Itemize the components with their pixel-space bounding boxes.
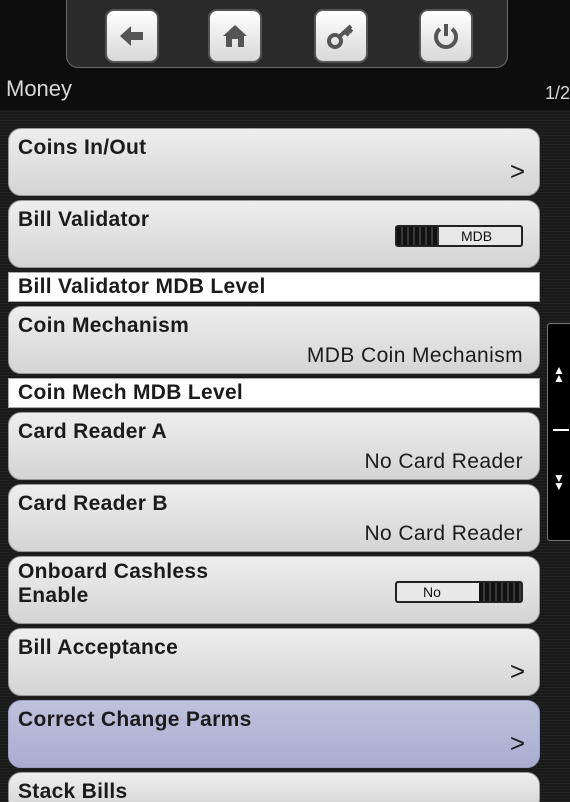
card-reader-a-item[interactable]: Card Reader A No Card Reader (8, 412, 540, 480)
item-label: Bill Validator (18, 208, 150, 231)
chevron-right-icon: > (509, 156, 525, 186)
toggle-knob (397, 227, 439, 245)
scrollbar[interactable]: ▲ ▲ ▼ ▼ (547, 323, 570, 541)
coins-in-out-item[interactable]: Coins In/Out > (8, 128, 540, 196)
scroll-down-icon[interactable]: ▼ ▼ (548, 472, 570, 504)
toggle-value: No (423, 584, 441, 600)
item-label: Card Reader A (18, 420, 168, 443)
key-icon (327, 24, 354, 49)
item-label: Coin Mechanism (18, 314, 190, 337)
home-button[interactable] (208, 9, 262, 63)
card-reader-b-item[interactable]: Card Reader B No Card Reader (8, 484, 540, 552)
item-label: Card Reader B (18, 492, 168, 515)
home-icon (223, 25, 247, 47)
page-indicator: 1/2 (544, 83, 570, 103)
correct-change-parms-item[interactable]: Correct Change Parms > (8, 700, 540, 768)
scroll-up-icon[interactable]: ▲ ▲ (548, 364, 570, 396)
item-label: Stack Bills (18, 780, 128, 802)
bill-acceptance-item[interactable]: Bill Acceptance > (8, 628, 540, 696)
item-value: No Card Reader (364, 522, 523, 545)
row-label: Bill Validator MDB Level (18, 275, 266, 298)
item-value: MDB Coin Mechanism (306, 344, 523, 367)
coin-mech-mdb-level-row[interactable]: Coin Mech MDB Level (8, 378, 540, 408)
page-title: Money (6, 76, 73, 101)
onboard-cashless-toggle[interactable]: No (395, 581, 523, 603)
onboard-cashless-item[interactable]: Onboard Cashless Enable No (8, 556, 540, 624)
header-bar: Money 1/2 (0, 0, 570, 110)
key-button[interactable] (314, 9, 368, 63)
bill-validator-mdb-level-row[interactable]: Bill Validator MDB Level (8, 272, 540, 302)
item-label: Onboard Cashless Enable (18, 560, 208, 608)
coin-mechanism-item[interactable]: Coin Mechanism MDB Coin Mechanism (8, 306, 540, 374)
chevron-right-icon: > (509, 728, 525, 758)
chevron-right-icon: > (509, 656, 525, 686)
stack-bills-item[interactable]: Stack Bills (8, 772, 540, 802)
nav-panel (66, 0, 508, 68)
toggle-value: MDB (461, 228, 493, 244)
scroll-divider (553, 429, 569, 431)
power-icon (434, 24, 458, 49)
toggle-knob (479, 583, 521, 601)
item-label-line2: Enable (18, 584, 89, 607)
item-label: Bill Acceptance (18, 636, 179, 659)
power-button[interactable] (419, 9, 473, 63)
back-button[interactable] (105, 9, 159, 63)
row-label: Coin Mech MDB Level (18, 381, 244, 404)
back-arrow-icon (120, 26, 143, 46)
bill-validator-item[interactable]: Bill Validator MDB (8, 200, 540, 268)
bill-validator-toggle[interactable]: MDB (395, 225, 523, 247)
item-label: Correct Change Parms (18, 708, 252, 731)
item-label-line1: Onboard Cashless (18, 560, 209, 583)
item-label: Coins In/Out (18, 136, 147, 159)
item-value: No Card Reader (364, 450, 523, 473)
